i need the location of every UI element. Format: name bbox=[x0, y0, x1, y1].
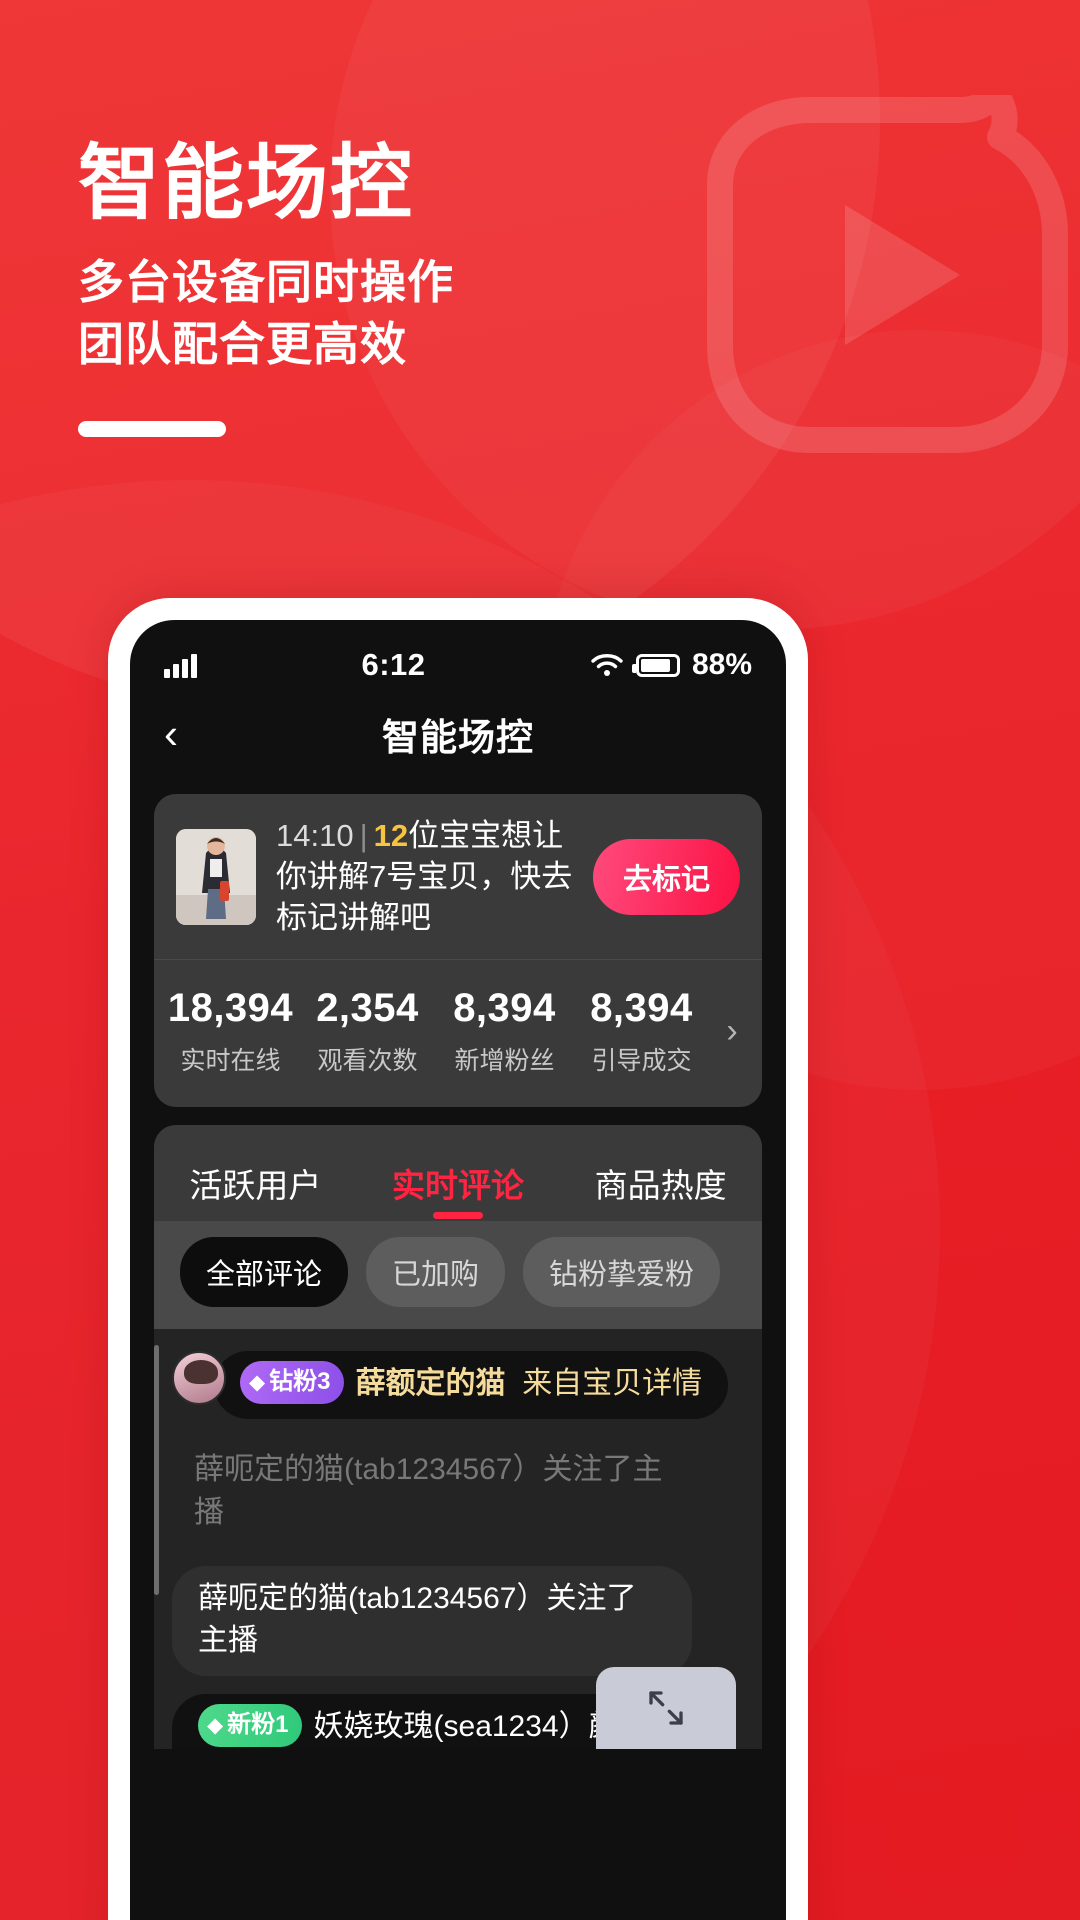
list-item[interactable]: ◆ 钻粉3 薛额定的猫 来自宝贝详情 bbox=[172, 1350, 762, 1420]
battery-icon bbox=[631, 653, 680, 677]
comment-bubble: ◆ 钻粉3 薛额定的猫 来自宝贝详情 bbox=[214, 1350, 729, 1420]
nav-bar: ‹ 智能场控 bbox=[130, 692, 786, 776]
stat-value: 8,394 bbox=[590, 985, 693, 1030]
chip-diamond-love-fans[interactable]: 钻粉挚爱粉 bbox=[523, 1236, 721, 1307]
notice-text: 14:10 | 12位宝宝想让你讲解7号宝贝，快去标记讲解吧 bbox=[276, 816, 573, 939]
comment-nickname: 薛额定的猫 bbox=[355, 1366, 506, 1400]
stat-item-conversions[interactable]: 8,394 引导成交 bbox=[573, 986, 710, 1077]
diamond-gem-icon: ◆ bbox=[249, 1371, 266, 1395]
avatar bbox=[172, 1350, 226, 1405]
tab-bar: 活跃用户 实时评论 商品热度 bbox=[154, 1125, 762, 1221]
stats-row[interactable]: 18,394 实时在线 2,354 观看次数 8,394 新增粉丝 8,394 … bbox=[154, 960, 762, 1107]
gem-icon: ◆ bbox=[207, 1714, 224, 1738]
stat-item-online[interactable]: 18,394 实时在线 bbox=[162, 986, 299, 1077]
hero-underline-rule bbox=[78, 420, 226, 437]
stat-label: 新增粉丝 bbox=[454, 1046, 555, 1075]
stat-label: 观看次数 bbox=[317, 1046, 418, 1075]
badge-label: 钻粉3 bbox=[269, 1368, 331, 1396]
tab-live-comments[interactable]: 实时评论 bbox=[357, 1159, 560, 1221]
list-item[interactable]: 薛呃定的猫(tab1234567）关注了主播 bbox=[172, 1437, 762, 1547]
phone-mockup: 6:12 88% ‹ 智能场控 14:10 | 12位宝宝想让你讲解7号宝贝，快… bbox=[108, 598, 808, 1920]
expand-arrows-icon bbox=[649, 1691, 683, 1725]
chip-added-to-cart[interactable]: 已加购 bbox=[366, 1236, 506, 1307]
status-bar-time: 6:12 bbox=[361, 647, 426, 682]
phone-screen: 6:12 88% ‹ 智能场控 14:10 | 12位宝宝想让你讲解7号宝贝，快… bbox=[130, 620, 786, 1920]
comment-bubble: 薛呃定的猫(tab1234567）关注了主播 bbox=[172, 1565, 692, 1676]
expand-floating-button[interactable] bbox=[596, 1666, 736, 1749]
wifi-icon bbox=[591, 654, 623, 676]
live-thumbnail bbox=[176, 829, 256, 926]
badge-new-fan: ◆ 新粉1 bbox=[198, 1704, 302, 1748]
brand-play-logo-icon bbox=[707, 95, 1068, 453]
notice-highlight-count: 12 bbox=[373, 818, 409, 853]
comment-feed[interactable]: ◆ 钻粉3 薛额定的猫 来自宝贝详情 薛呃定的猫(tab1234567）关注了主播 … bbox=[154, 1328, 762, 1749]
stat-item-new-fans[interactable]: 8,394 新增粉丝 bbox=[436, 986, 573, 1077]
list-item[interactable]: 薛呃定的猫(tab1234567）关注了主播 bbox=[172, 1565, 762, 1676]
comment-bubble: 薛呃定的猫(tab1234567）关注了主播 bbox=[194, 1453, 663, 1529]
go-mark-button[interactable]: 去标记 bbox=[592, 839, 740, 916]
hero-copy: 智能场控 多台设备同时操作 团队配合更高效 bbox=[78, 138, 454, 437]
tab-product-heat[interactable]: 商品热度 bbox=[559, 1159, 762, 1221]
stat-label: 引导成交 bbox=[591, 1046, 692, 1075]
notice-row[interactable]: 14:10 | 12位宝宝想让你讲解7号宝贝，快去标记讲解吧 去标记 bbox=[154, 794, 762, 960]
chevron-left-icon[interactable]: ‹ bbox=[164, 713, 178, 755]
signal-bars-icon bbox=[164, 652, 197, 678]
chevron-right-icon[interactable]: › bbox=[710, 1012, 754, 1051]
stat-item-views[interactable]: 2,354 观看次数 bbox=[299, 986, 436, 1077]
hero-subtitle-line-2: 团队配合更高效 bbox=[78, 317, 407, 370]
comments-panel: 活跃用户 实时评论 商品热度 全部评论 已加购 钻粉挚爱粉 bbox=[154, 1124, 762, 1329]
hero-title: 智能场控 bbox=[78, 138, 415, 229]
live-summary-card: 14:10 | 12位宝宝想让你讲解7号宝贝，快去标记讲解吧 去标记 18,394 … bbox=[154, 794, 762, 1107]
badge-diamond-fan: ◆ 钻粉3 bbox=[240, 1361, 344, 1405]
feed-scrollbar[interactable] bbox=[154, 1344, 159, 1595]
notice-time: 14:10 bbox=[276, 818, 354, 853]
battery-percent-label: 88% bbox=[691, 648, 752, 681]
stat-value: 18,394 bbox=[167, 985, 294, 1030]
comment-source: 来自宝贝详情 bbox=[522, 1366, 703, 1400]
status-bar: 6:12 88% bbox=[130, 620, 786, 692]
badge-label: 新粉1 bbox=[227, 1711, 289, 1739]
filter-chip-row: 全部评论 已加购 钻粉挚爱粉 bbox=[154, 1220, 762, 1329]
stat-value: 2,354 bbox=[316, 985, 419, 1030]
page-title: 智能场控 bbox=[382, 717, 534, 758]
stat-label: 实时在线 bbox=[180, 1046, 281, 1075]
tab-active-users[interactable]: 活跃用户 bbox=[154, 1159, 357, 1221]
notice-separator: | bbox=[359, 818, 368, 853]
chip-all-comments[interactable]: 全部评论 bbox=[180, 1236, 349, 1307]
stat-value: 8,394 bbox=[453, 985, 556, 1030]
hero-subtitle-line-1: 多台设备同时操作 bbox=[78, 255, 454, 308]
